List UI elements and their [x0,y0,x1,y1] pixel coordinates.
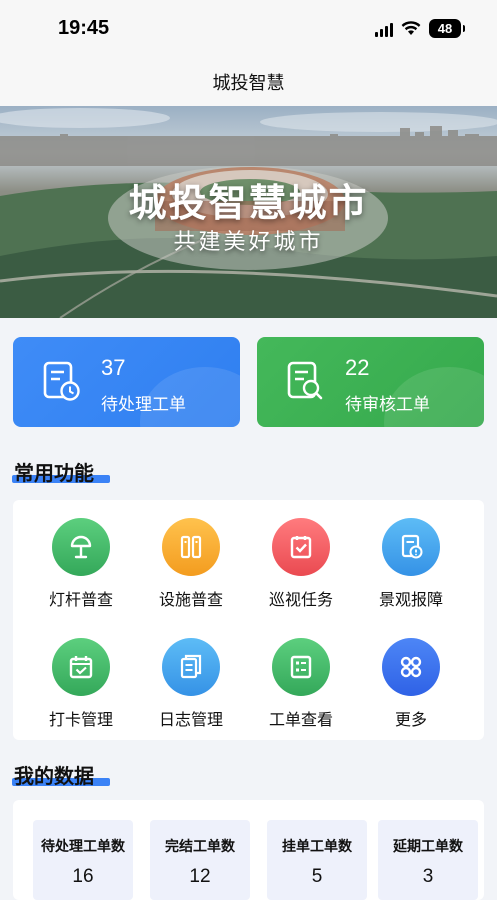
search-document-icon [287,361,325,407]
function-label: 日志管理 [158,710,223,729]
pending-orders-label: 待处理工单 [101,395,186,415]
battery-icon: 48 [429,19,465,38]
function-label: 打卡管理 [48,710,113,729]
clock-document-icon [43,361,81,407]
page-title: 城投智慧 [212,73,285,94]
function-checkin-management[interactable]: 打卡管理 [26,638,136,730]
function-order-view[interactable]: 工单查看 [246,638,356,730]
data-label: 挂单工单数 [282,839,352,855]
wifi-icon [401,21,421,36]
function-more[interactable]: 更多 [356,638,466,730]
data-panel: 待处理工单数 16 完结工单数 12 挂单工单数 5 延期工单数 3 [13,800,484,900]
nav-bar: 城投智慧 [0,58,497,106]
functions-section-title: 常用功能 [14,461,94,485]
banner-subtitle: 共建美好城市 [173,230,324,255]
hero-banner[interactable]: 城投智慧城市 共建美好城市 [0,106,497,318]
order-list-icon [272,638,330,696]
function-patrol-task[interactable]: 巡视任务 [246,518,356,610]
function-label: 灯杆普查 [48,590,113,609]
review-orders-label: 待审核工单 [345,395,430,415]
data-label: 完结工单数 [165,839,235,855]
function-label: 工单查看 [268,710,333,729]
data-card-delayed[interactable]: 延期工单数 3 [378,820,478,900]
review-orders-card[interactable]: 22 待审核工单 [257,337,484,427]
function-log-management[interactable]: 日志管理 [136,638,246,730]
function-facility-survey[interactable]: 设施普查 [136,518,246,610]
lamp-icon [52,518,110,576]
data-card-pending[interactable]: 待处理工单数 16 [33,820,133,900]
calendar-check-icon [52,638,110,696]
data-section-title: 我的数据 [14,764,94,788]
status-bar: 19:45 48 [0,0,497,58]
data-label: 延期工单数 [393,839,463,855]
report-icon [382,518,440,576]
function-landscape-report[interactable]: 景观报障 [356,518,466,610]
status-indicators: 48 [375,19,465,38]
pending-orders-count: 37 [101,355,126,380]
data-label: 待处理工单数 [41,839,125,855]
function-label: 巡视任务 [268,590,333,609]
data-card-completed[interactable]: 完结工单数 12 [150,820,250,900]
banner-title: 城投智慧城市 [128,181,369,225]
data-value: 12 [189,866,211,887]
function-label: 设施普查 [158,590,223,609]
log-icon [162,638,220,696]
task-check-icon [272,518,330,576]
status-time: 19:45 [58,17,110,39]
review-orders-count: 22 [345,355,370,380]
more-grid-icon [382,638,440,696]
pending-orders-card[interactable]: 37 待处理工单 [13,337,240,427]
function-label: 更多 [394,710,427,729]
function-lamp-survey[interactable]: 灯杆普查 [26,518,136,610]
facility-icon [162,518,220,576]
data-card-on-hold[interactable]: 挂单工单数 5 [267,820,367,900]
data-value: 5 [311,866,323,887]
function-label: 景观报障 [378,590,443,609]
data-value: 3 [422,866,434,887]
data-value: 16 [72,866,94,887]
signal-icon [375,21,393,37]
functions-panel: 灯杆普查 设施普查 巡视任务 景观报障 打卡管理 日志管理 工单查看 更多 [13,500,484,740]
